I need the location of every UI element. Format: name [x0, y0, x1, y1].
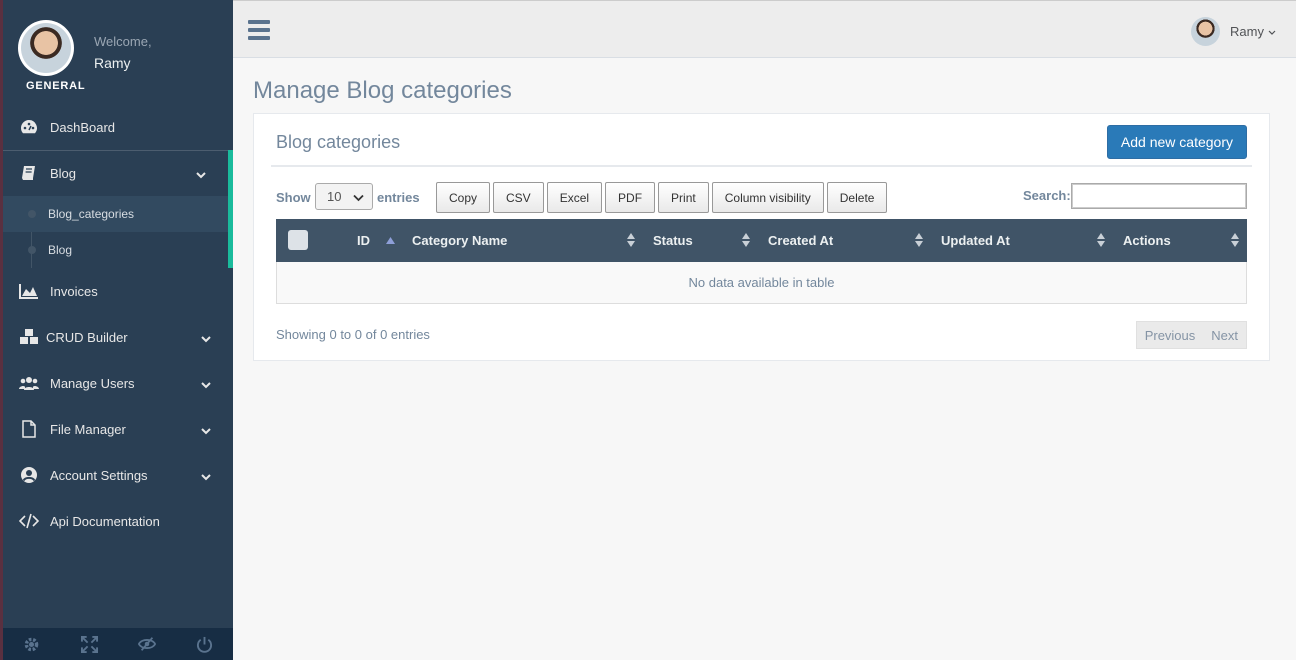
excel-button[interactable]: Excel — [546, 182, 603, 213]
sidebar-item-crud-builder[interactable]: CRUD Builder — [3, 314, 233, 360]
sort-icon — [1097, 232, 1105, 248]
side-menu: DashBoard Blog Blog_categories Blog Invo… — [3, 104, 233, 544]
cubes-icon — [18, 328, 40, 346]
user-circle-icon — [18, 466, 40, 484]
content-panel: Blog categories Add new category Show 10… — [253, 113, 1270, 361]
export-buttons: Copy CSV Excel PDF Print Column visibili… — [436, 182, 890, 213]
show-label: Show — [276, 190, 311, 205]
users-icon — [18, 374, 40, 392]
sidebar-item-invoices[interactable]: Invoices — [3, 268, 233, 314]
chevron-down-icon — [201, 377, 211, 392]
chevron-down-icon — [201, 469, 211, 484]
sidebar-subitem-blog-categories[interactable]: Blog_categories — [3, 196, 228, 232]
sidebar-item-label: Manage Users — [50, 375, 135, 391]
bullet-icon — [28, 246, 36, 254]
book-icon — [18, 164, 40, 182]
pagination: Previous Next — [1135, 321, 1247, 349]
user-name: Ramy — [1230, 24, 1264, 39]
chevron-down-icon — [196, 167, 206, 182]
sort-icon — [1231, 232, 1239, 248]
search-input[interactable] — [1071, 183, 1247, 209]
pdf-button[interactable]: PDF — [605, 182, 656, 213]
sort-asc-icon — [386, 231, 395, 247]
area-chart-icon — [18, 282, 40, 300]
sidebar-footer — [3, 628, 233, 660]
menu-section-title: GENERAL — [26, 80, 86, 92]
power-icon[interactable] — [194, 634, 214, 654]
sidebar-item-manage-users[interactable]: Manage Users — [3, 360, 233, 406]
gear-icon[interactable] — [22, 634, 42, 654]
copy-button[interactable]: Copy — [436, 182, 491, 213]
sidebar-item-file-manager[interactable]: File Manager — [3, 406, 233, 452]
column-header-status[interactable]: Status — [653, 233, 693, 248]
file-icon — [18, 420, 40, 438]
sidebar: Welcome, Ramy GENERAL DashBoard Blog Blo… — [0, 0, 233, 660]
sort-icon — [915, 232, 923, 248]
sidebar-item-label: CRUD Builder — [46, 329, 128, 345]
eye-slash-icon[interactable] — [137, 634, 157, 654]
profile-name: Ramy — [94, 55, 131, 71]
previous-button[interactable]: Previous — [1137, 322, 1204, 348]
entries-label: entries — [377, 190, 420, 205]
table-empty-row: No data available in table — [276, 262, 1247, 304]
divider — [271, 165, 1252, 167]
sidebar-item-label: Blog — [50, 165, 77, 181]
sidebar-subitem-label: Blog_categories — [48, 207, 135, 221]
menu-toggle-icon[interactable] — [248, 20, 270, 40]
chevron-down-icon — [201, 423, 211, 438]
top-navbar: Ramy — [233, 0, 1296, 58]
sidebar-item-label: File Manager — [50, 421, 126, 437]
sidebar-subitem-blog[interactable]: Blog — [3, 232, 228, 268]
chevron-down-icon — [353, 190, 364, 205]
bullet-icon — [28, 210, 36, 218]
code-icon — [18, 512, 40, 530]
sidebar-item-blog[interactable]: Blog — [3, 150, 228, 196]
sidebar-item-dashboard[interactable]: DashBoard — [3, 104, 233, 150]
column-header-id[interactable]: ID — [357, 233, 370, 248]
avatar — [1191, 17, 1221, 46]
fullscreen-icon[interactable] — [79, 634, 99, 654]
table-header: ID Category Name Status Created At Updat… — [276, 219, 1247, 262]
column-header-category-name[interactable]: Category Name — [412, 233, 507, 248]
user-dropdown[interactable]: Ramy — [1191, 17, 1276, 46]
sidebar-subitem-label: Blog — [48, 243, 73, 257]
page-length-value: 10 — [327, 189, 342, 204]
add-category-button[interactable]: Add new category — [1106, 125, 1247, 159]
data-table: ID Category Name Status Created At Updat… — [276, 219, 1247, 304]
column-visibility-button[interactable]: Column visibility — [711, 182, 824, 213]
sort-icon — [742, 232, 750, 248]
chevron-down-icon — [201, 331, 211, 346]
chevron-down-icon — [1268, 23, 1276, 41]
delete-button[interactable]: Delete — [826, 182, 888, 213]
next-button[interactable]: Next — [1203, 322, 1246, 348]
page-length-select[interactable]: 10 — [315, 183, 373, 210]
csv-button[interactable]: CSV — [493, 182, 544, 213]
welcome-text: Welcome, — [94, 34, 152, 49]
blog-submenu: Blog_categories Blog — [3, 196, 228, 268]
sidebar-item-label: DashBoard — [50, 119, 116, 135]
sidebar-item-label: Invoices — [50, 283, 98, 299]
sidebar-item-label: Account Settings — [50, 467, 148, 483]
blog-group: Blog Blog_categories Blog — [3, 150, 233, 268]
sidebar-item-account-settings[interactable]: Account Settings — [3, 452, 233, 498]
search-label: Search: — [1023, 188, 1071, 203]
palette-icon — [18, 118, 40, 136]
table-info: Showing 0 to 0 of 0 entries — [276, 327, 430, 342]
sort-icon — [627, 232, 635, 248]
sidebar-item-api-documentation[interactable]: Api Documentation — [3, 498, 233, 544]
sidebar-item-label: Api Documentation — [50, 513, 160, 529]
print-button[interactable]: Print — [658, 182, 709, 213]
empty-table-message: No data available in table — [688, 275, 835, 290]
panel-title: Blog categories — [276, 132, 401, 152]
avatar — [18, 20, 74, 76]
column-header-updated-at[interactable]: Updated At — [941, 233, 1010, 248]
select-all-checkbox[interactable] — [288, 230, 308, 250]
column-header-created-at[interactable]: Created At — [768, 233, 833, 248]
page-title: Manage Blog categories — [253, 77, 512, 104]
column-header-actions[interactable]: Actions — [1123, 233, 1171, 248]
